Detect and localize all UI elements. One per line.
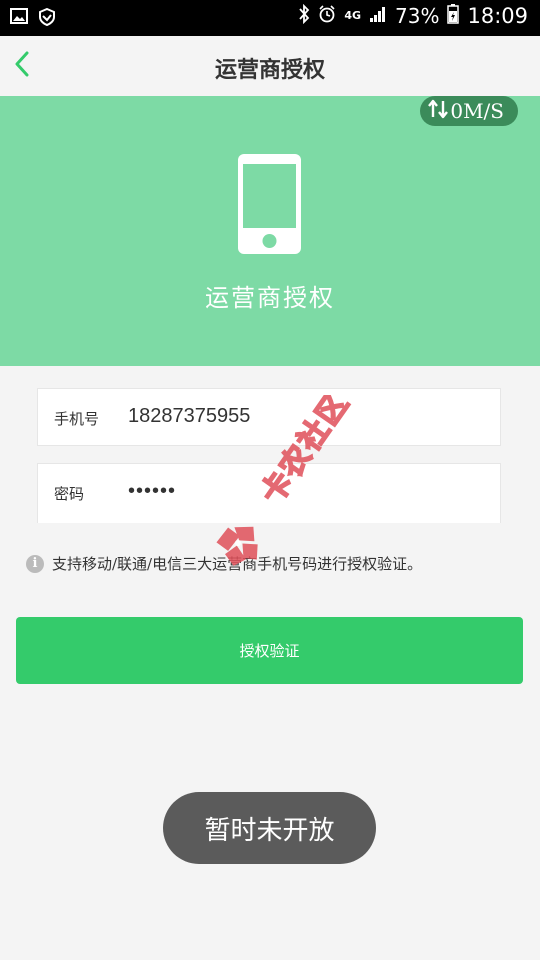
toast-message: 暂时未开放 xyxy=(163,792,376,864)
shield-notification-icon xyxy=(38,7,56,30)
phone-label: 手机号 xyxy=(54,410,100,428)
password-label: 密码 xyxy=(54,485,85,503)
password-input[interactable]: •••••• xyxy=(128,480,176,503)
hero-banner: 0M/S 运营商授权 xyxy=(0,96,540,366)
phone-field[interactable]: 手机号 18287375955 xyxy=(37,388,501,446)
authorize-button[interactable]: 授权验证 xyxy=(16,617,523,684)
network-speed-badge: 0M/S xyxy=(420,96,518,126)
hero-title: 运营商授权 xyxy=(205,284,335,312)
nav-bar: 运营商授权 xyxy=(0,36,540,96)
signal-icon xyxy=(369,5,387,27)
status-bar: 4G 73% 18:09 xyxy=(0,0,540,36)
info-text: 支持移动/联通/电信三大运营商手机号码进行授权验证。 xyxy=(52,555,423,573)
phone-input[interactable]: 18287375955 xyxy=(128,405,250,428)
page-title: 运营商授权 xyxy=(214,57,325,83)
bluetooth-icon xyxy=(298,3,310,28)
network-type: 4G xyxy=(344,9,362,22)
password-field[interactable]: 密码 •••••• xyxy=(37,463,501,523)
transfer-arrows-icon xyxy=(428,99,449,124)
info-note: i 支持移动/联通/电信三大运营商手机号码进行授权验证。 xyxy=(26,553,422,574)
gallery-notification-icon xyxy=(10,8,28,30)
mobile-phone-icon xyxy=(236,152,303,260)
clock: 18:09 xyxy=(467,4,528,28)
battery-percent: 73% xyxy=(395,4,440,28)
network-speed-value: 0M/S xyxy=(450,99,504,123)
battery-icon xyxy=(447,4,460,28)
alarm-icon xyxy=(318,5,336,27)
info-icon: i xyxy=(26,554,44,573)
